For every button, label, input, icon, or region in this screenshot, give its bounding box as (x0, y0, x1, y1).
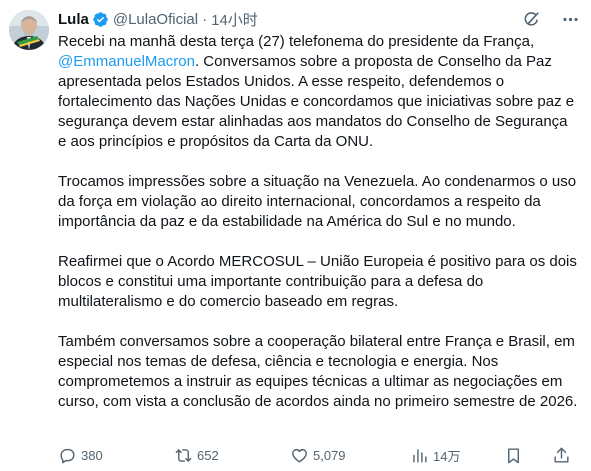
verified-badge-icon (92, 11, 109, 28)
header-actions (522, 10, 580, 29)
post-text: Recebi na manhã desta terça (27) telefon… (58, 32, 578, 432)
more-icon[interactable] (561, 10, 580, 29)
author-name[interactable]: Lula (58, 11, 89, 28)
post-paragraph: Recebi na manhã desta terça (27) telefon… (58, 32, 578, 152)
reply-count: 380 (81, 447, 103, 463)
reply-button[interactable]: 380 (58, 443, 103, 467)
post-paragraph: Trocamos impressões sobre a situação na … (58, 173, 577, 230)
avatar[interactable] (9, 10, 49, 50)
share-icon (554, 447, 569, 463)
repost-button[interactable]: 652 (174, 443, 219, 467)
bookmark-button[interactable] (504, 443, 523, 467)
bookmark-icon (508, 447, 519, 463)
post-timestamp[interactable]: 14小时 (211, 9, 258, 30)
author-handle[interactable]: @LulaOficial (113, 11, 198, 28)
post-header: Lula @LulaOficial · 14小时 (58, 8, 258, 30)
post-actions: 380 652 5,079 14万 (58, 443, 578, 467)
paragraph-text: Recebi na manhã desta terça (27) telefon… (58, 33, 535, 50)
post-paragraph: Reafirmei que o Acordo MERCOSUL – União … (58, 253, 577, 310)
like-count: 5,079 (313, 447, 346, 463)
repost-count: 652 (197, 447, 219, 463)
share-button[interactable] (552, 443, 571, 467)
repost-icon (175, 448, 192, 462)
separator-dot: · (202, 10, 208, 28)
mention-link[interactable]: @EmmanuelMacron (58, 53, 195, 70)
heart-icon (292, 448, 307, 463)
views-count: 14万 (433, 448, 461, 464)
post-paragraph: Também conversamos sobre a cooperação bi… (58, 333, 578, 410)
views-button[interactable]: 14万 (410, 443, 460, 467)
avatar-image (9, 10, 49, 50)
grok-icon[interactable] (522, 10, 541, 29)
reply-icon (60, 448, 75, 463)
like-button[interactable]: 5,079 (290, 443, 346, 467)
views-chart-icon (413, 448, 427, 463)
